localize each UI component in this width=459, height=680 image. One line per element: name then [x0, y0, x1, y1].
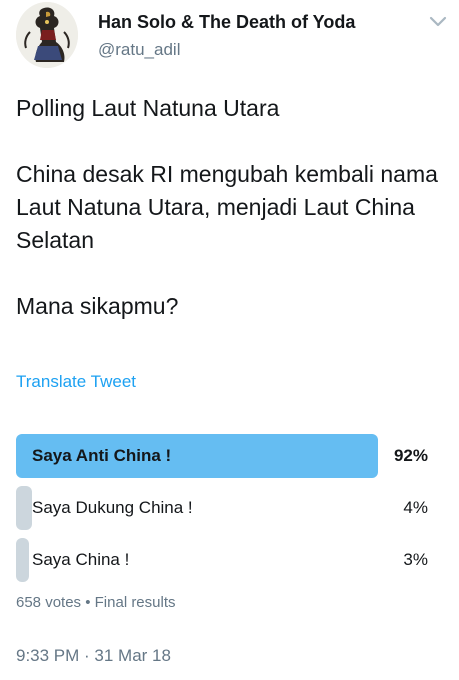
tweet-line-title: Polling Laut Natuna Utara — [16, 95, 280, 121]
poll-option-percent: 4% — [403, 498, 428, 517]
author-name[interactable]: Han Solo & The Death of Yoda — [98, 12, 355, 33]
tweet-line-body: China desak RI mengubah kembali nama Lau… — [16, 161, 438, 253]
poll-option-label: Saya China ! — [32, 550, 130, 569]
wayang-puppet-avatar-icon — [16, 2, 78, 68]
translate-tweet-link[interactable]: Translate Tweet — [16, 372, 136, 392]
tweet-timestamp[interactable]: 9:33 PM · 31 Mar 18 — [16, 646, 171, 666]
poll-option-label: Saya Anti China ! — [32, 446, 172, 465]
poll-results-summary: 658 votes • Final results — [16, 594, 176, 611]
poll-option-percent: 3% — [403, 550, 428, 569]
author-handle[interactable]: @ratu_adil — [98, 40, 180, 60]
poll-bar — [16, 538, 29, 582]
poll: Saya Anti China ! 92% Saya Dukung China … — [16, 434, 430, 590]
poll-option: Saya Dukung China ! 4% — [16, 486, 430, 530]
poll-option-percent: 92% — [393, 446, 428, 465]
avatar[interactable] — [16, 2, 78, 68]
poll-option-label: Saya Dukung China ! — [32, 498, 193, 517]
tweet-text: Polling Laut Natuna Utara China desak RI… — [16, 92, 446, 323]
tweet-header: Han Solo & The Death of Yoda @ratu_adil — [0, 0, 459, 80]
chevron-down-icon[interactable] — [428, 14, 448, 30]
poll-bar — [16, 486, 32, 530]
poll-option: Saya Anti China ! 92% — [16, 434, 430, 478]
tweet-line-question: Mana sikapmu? — [16, 293, 179, 319]
poll-option: Saya China ! 3% — [16, 538, 430, 582]
